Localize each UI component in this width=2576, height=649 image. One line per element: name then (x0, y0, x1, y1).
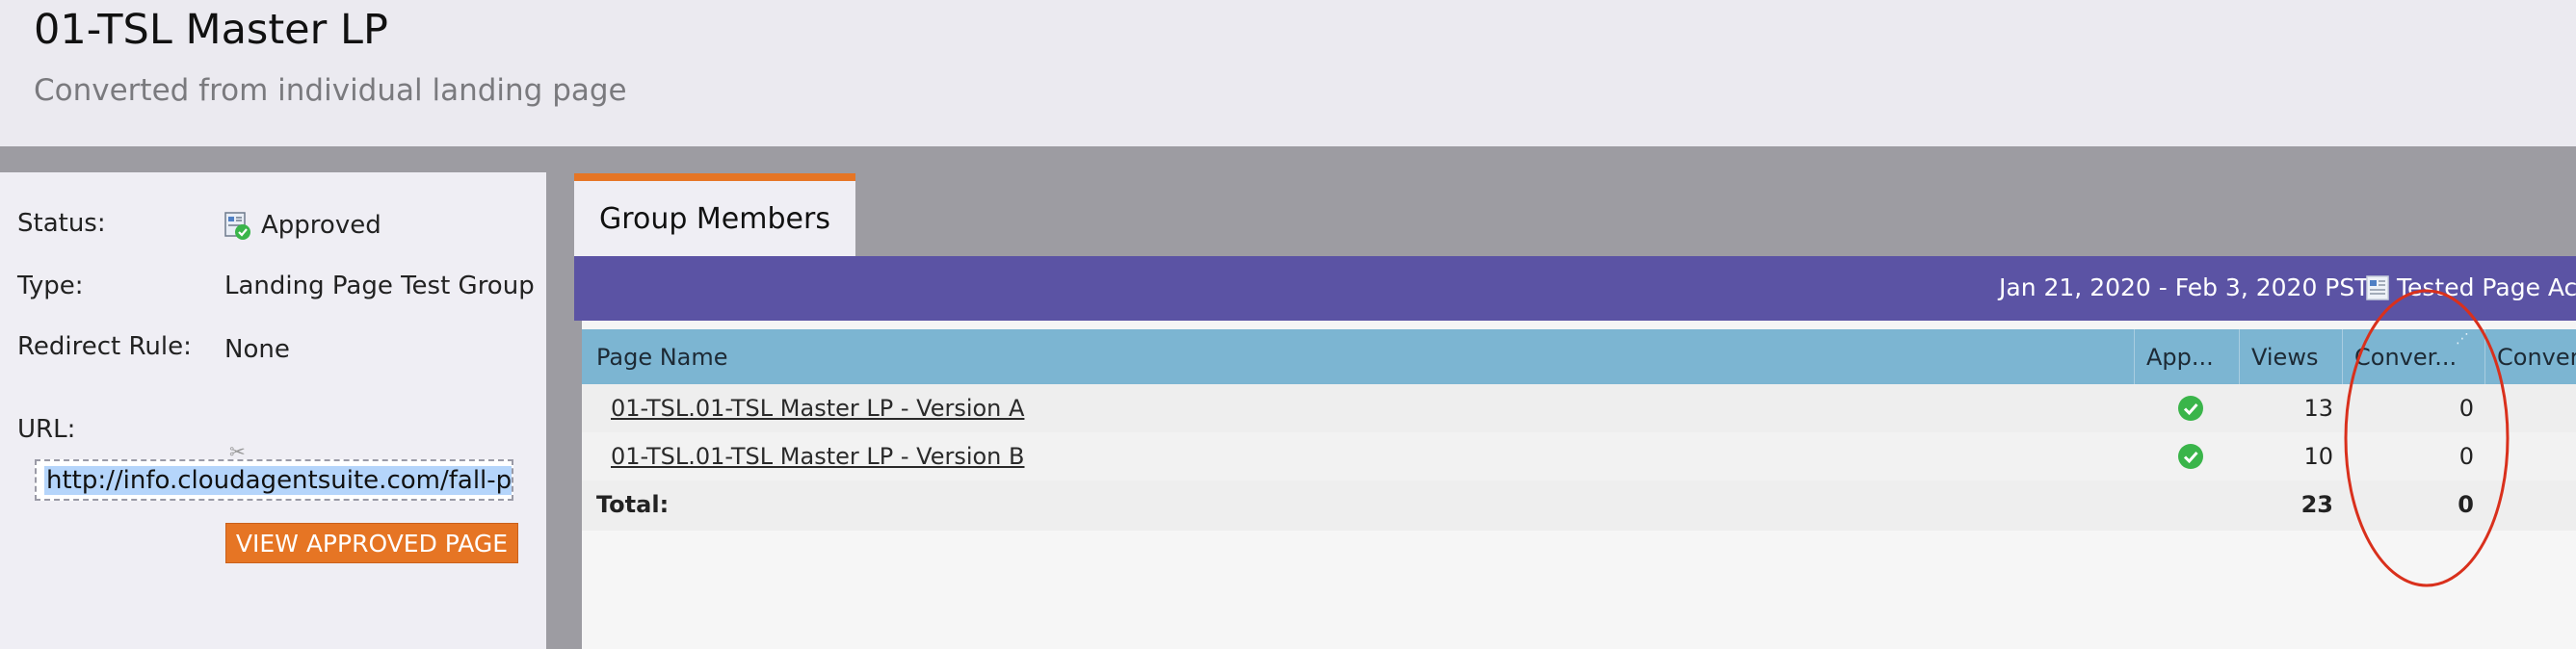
grid-header: Page Name App... Views Conver... Conver … (582, 329, 2576, 384)
table-row[interactable]: 01-TSL.01-TSL Master LP - Version B 10 0 (582, 432, 2576, 480)
check-circle-icon (2178, 396, 2203, 421)
views-cell: 13 (2303, 395, 2333, 422)
column-header-views[interactable]: Views (2240, 329, 2343, 384)
page-header: 01-TSL Master LP Converted from individu… (0, 0, 2576, 146)
redirect-rule-value: None (224, 335, 290, 364)
url-value[interactable]: http://info.cloudagentsuite.com/fall-pro… (44, 466, 512, 495)
app-window: 01-TSL Master LP Converted from individu… (0, 0, 2576, 649)
page-name-cell: 01-TSL.01-TSL Master LP - Version A (611, 384, 1024, 432)
page-name-link[interactable]: 01-TSL.01-TSL Master LP - Version A (611, 395, 1024, 422)
approved-page-icon (224, 212, 250, 240)
view-approved-page-button[interactable]: VIEW APPROVED PAGE (225, 523, 518, 563)
column-header-page-name[interactable]: Page Name (582, 329, 2135, 384)
approved-cell (2162, 432, 2220, 480)
page-title: 01-TSL Master LP (34, 6, 388, 54)
total-views-cell: 23 (2300, 491, 2333, 518)
type-label: Type: (17, 272, 84, 300)
check-circle-icon (2178, 444, 2203, 469)
page-subtitle: Converted from individual landing page (34, 73, 627, 108)
annotation-circle (2344, 289, 2510, 587)
approved-cell (2162, 384, 2220, 432)
column-header-approved[interactable]: App... (2135, 329, 2240, 384)
date-range-selector[interactable]: Jan 21, 2020 - Feb 3, 2020 PST (1999, 273, 2370, 301)
url-field[interactable]: http://info.cloudagentsuite.com/fall-pro… (35, 459, 513, 501)
total-label: Total: (596, 491, 670, 518)
total-row: Total: 23 0 (582, 480, 2576, 531)
redirect-rule-label: Redirect Rule: (17, 332, 192, 361)
page-name-link[interactable]: 01-TSL.01-TSL Master LP - Version B (611, 443, 1024, 470)
type-value: Landing Page Test Group (224, 272, 535, 300)
url-label: URL: (17, 415, 76, 444)
details-panel: Status: Approved Type: Landing Page Test… (0, 172, 546, 649)
toolbar: Jan 21, 2020 - Feb 3, 2020 PST Tested Pa… (574, 256, 2576, 321)
table-row[interactable]: 01-TSL.01-TSL Master LP - Version A 13 0 (582, 384, 2576, 432)
views-cell: 10 (2303, 443, 2333, 470)
page-name-cell: 01-TSL.01-TSL Master LP - Version B (611, 432, 1024, 480)
status-label: Status: (17, 209, 106, 238)
status-value: Approved (261, 211, 381, 240)
grid-empty-area (582, 531, 2576, 649)
tab-group-members[interactable]: Group Members (574, 173, 855, 256)
